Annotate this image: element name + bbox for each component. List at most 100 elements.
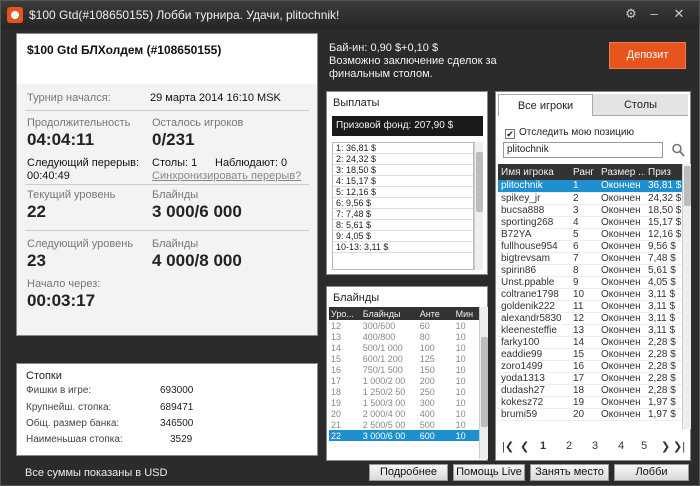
cell: 18	[570, 384, 598, 397]
cell: 125	[419, 353, 435, 364]
col-header[interactable]: Уро...	[329, 307, 361, 320]
player-row[interactable]: farky100 14 Окончен 2,28 $	[498, 336, 682, 349]
tournament-info-panel: $100 Gtd БЛХолдем (#108650155) Турнир на…	[16, 33, 318, 336]
close-icon[interactable]: ✕	[669, 5, 689, 23]
player-row[interactable]: brumi59 20 Окончен 1,97 $	[498, 408, 682, 421]
blinds-row[interactable]: 19 1 500/3 00 300 10	[329, 397, 479, 408]
settings-icon[interactable]: ⚙	[621, 5, 641, 23]
player-row[interactable]: zoro1499 16 Окончен 2,28 $	[498, 360, 682, 373]
col-header[interactable]: Приз	[645, 164, 682, 180]
stack-row-value: 689471	[160, 402, 194, 413]
col-header[interactable]: Размер ...	[598, 164, 645, 180]
player-row[interactable]: bucsa888 3 Окончен 18,50 $	[498, 204, 682, 217]
divider	[25, 184, 309, 185]
cell: coltrane1798	[498, 288, 570, 301]
col-header[interactable]: Блайнды	[360, 307, 418, 320]
payouts-panel: Выплаты Призовой фонд: 207,90 $ 1: 36,81…	[326, 91, 488, 275]
blinds-row-current[interactable]: 22 3 000/6 00 600 10	[329, 430, 479, 441]
col-header[interactable]: Имя игрока	[498, 164, 570, 180]
blinds-row[interactable]: 12 300/600 60 10	[329, 320, 479, 331]
payouts-scrollbar[interactable]	[474, 142, 483, 270]
scrollbar-thumb[interactable]	[481, 337, 488, 427]
minimize-icon[interactable]: –	[644, 5, 664, 23]
divider	[25, 110, 309, 111]
tournament-lobby-window: $100 Gtd(#108650155) Лобби турнира. Удач…	[0, 0, 700, 486]
track-position-checkbox[interactable]: ✔	[505, 129, 515, 139]
cell: 1	[570, 180, 598, 193]
col-header[interactable]: Мин	[453, 307, 479, 320]
blinds-row[interactable]: 15 600/1 200 125 10	[329, 353, 479, 364]
cell: brumi59	[498, 408, 570, 421]
page-number[interactable]: 2	[566, 440, 572, 452]
col-header[interactable]: Ранг	[570, 164, 598, 180]
cell: 11	[570, 300, 598, 313]
player-row[interactable]: spirin86 8 Окончен 5,61 $	[498, 264, 682, 277]
cell: 10	[455, 353, 466, 364]
player-row[interactable]: kokesz72 19 Окончен 1,97 $	[498, 396, 682, 409]
cell: Окончен	[598, 228, 645, 241]
player-row[interactable]: bigtrevsam 7 Окончен 7,48 $	[498, 252, 682, 265]
blinds-row[interactable]: 16 750/1 500 150 10	[329, 364, 479, 375]
cell: 10	[453, 430, 479, 441]
more-info-button[interactable]: Подробнее	[369, 464, 448, 481]
col-header[interactable]: Анте	[417, 307, 454, 320]
players-scrollbar[interactable]	[682, 164, 691, 429]
prev-page-icon[interactable]: ❮	[520, 440, 529, 453]
scrollbar-thumb[interactable]	[684, 166, 691, 206]
deposit-button[interactable]: Депозит	[609, 42, 686, 69]
cell: eaddie99	[498, 348, 570, 361]
cell: 3	[570, 204, 598, 217]
cell: 5	[570, 228, 598, 241]
page-number[interactable]: 5	[641, 440, 647, 452]
cell: Окончен	[598, 180, 645, 193]
player-row[interactable]: B72YA 5 Окончен 12,16 $	[498, 228, 682, 241]
divider	[25, 230, 309, 231]
player-row[interactable]: eaddie99 15 Окончен 2,28 $	[498, 348, 682, 361]
cell: dudash27	[498, 384, 570, 397]
blinds-row[interactable]: 14 500/1 000 100 10	[329, 342, 479, 353]
blinds-row[interactable]: 17 1 000/2 00 200 10	[329, 375, 479, 386]
start-in-value: 00:03:17	[27, 291, 96, 310]
blinds-row[interactable]: 20 2 000/4 00 400 10	[329, 408, 479, 419]
page-number[interactable]: 3	[592, 440, 598, 452]
blinds-scrollbar[interactable]	[479, 307, 488, 459]
player-search-input[interactable]: plitochnik	[503, 142, 663, 158]
page-number[interactable]: 4	[618, 440, 624, 452]
player-row[interactable]: goldenik222 11 Окончен 3,11 $	[498, 300, 682, 313]
page-number[interactable]: 1	[540, 440, 546, 452]
player-row[interactable]: Unst.ppable 9 Окончен 4,05 $	[498, 276, 682, 289]
sync-breaks-link[interactable]: Синхронизировать перерыв?	[152, 170, 301, 182]
blinds-row[interactable]: 13 400/800 80 10	[329, 331, 479, 342]
lobby-button[interactable]: Лобби	[614, 464, 689, 481]
cell: Окончен	[598, 288, 645, 301]
player-row-selected[interactable]: plitochnik 1 Окончен 36,81 $	[498, 180, 682, 193]
blinds-row[interactable]: 21 2 500/5 00 500 10	[329, 419, 479, 430]
tab-all-players[interactable]: Все игроки	[498, 94, 593, 116]
player-row[interactable]: kleenesteffie 13 Окончен 3,11 $	[498, 324, 682, 337]
title-bar: $100 Gtd(#108650155) Лобби турнира. Удач…	[1, 1, 699, 29]
player-row[interactable]: spikey_jr 2 Окончен 24,32 $	[498, 192, 682, 205]
take-seat-button[interactable]: Занять место	[530, 464, 609, 481]
player-row[interactable]: fullhouse954 6 Окончен 9,56 $	[498, 240, 682, 253]
player-row[interactable]: dudash27 18 Окончен 2,28 $	[498, 384, 682, 397]
last-page-icon[interactable]: ❯|	[673, 440, 685, 453]
blinds-row[interactable]: 18 1 250/2 50 250 10	[329, 386, 479, 397]
help-live-button[interactable]: Помощь Live	[453, 464, 525, 481]
next-break-value: 00:40:49	[27, 170, 70, 182]
player-row[interactable]: yoda1313 17 Окончен 2,28 $	[498, 372, 682, 385]
player-row[interactable]: coltrane1798 10 Окончен 3,11 $	[498, 288, 682, 301]
player-row[interactable]: sporting268 4 Окончен 15,17 $	[498, 216, 682, 229]
tab-tables[interactable]: Столы	[593, 94, 688, 116]
cell: 10	[455, 419, 466, 430]
payouts-list[interactable]: 1: 36,81 $ 2: 24,32 $ 3: 18,50 $ 4: 15,1…	[332, 142, 474, 270]
tables-count: Столы: 1	[152, 157, 198, 169]
cell: 3,11 $	[645, 288, 682, 301]
player-row[interactable]: alexandr5830 12 Окончен 3,11 $	[498, 312, 682, 325]
players-left-label: Осталось игроков	[152, 117, 244, 129]
stack-row-value: 346500	[160, 418, 194, 429]
scrollbar-thumb[interactable]	[476, 152, 483, 212]
search-icon[interactable]	[671, 142, 685, 158]
first-page-icon[interactable]: |❮	[502, 440, 514, 453]
next-page-icon[interactable]: ❯	[661, 440, 670, 453]
next-level-value: 23	[27, 251, 46, 270]
